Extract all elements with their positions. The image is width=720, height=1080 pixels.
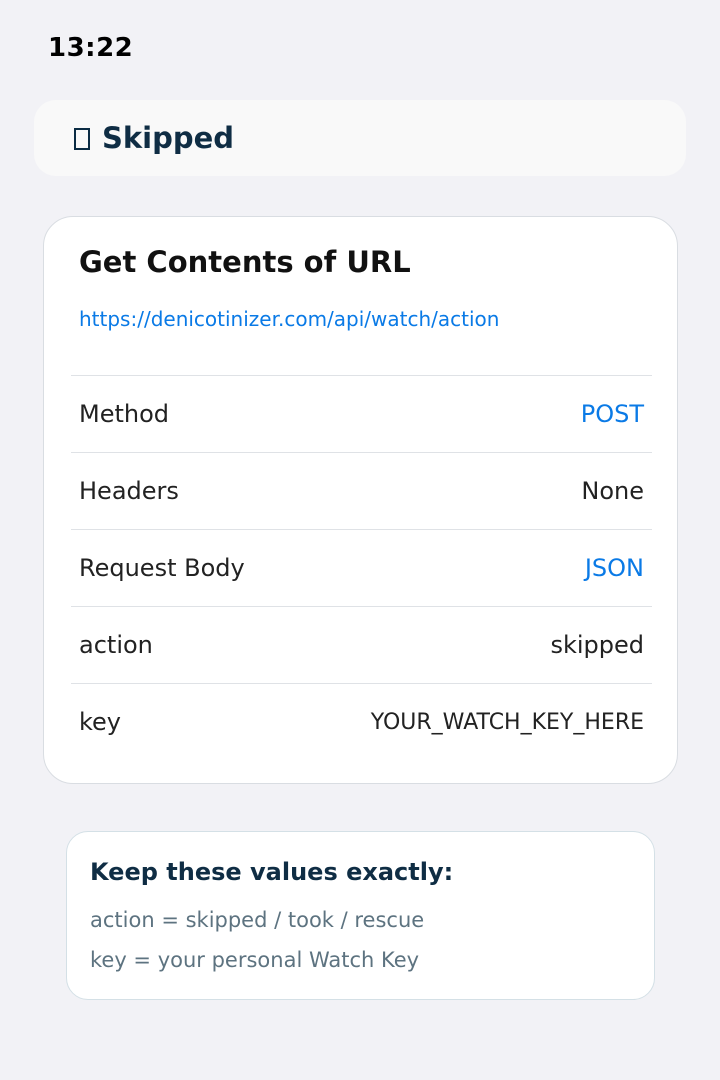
request-body-value[interactable]: JSON	[585, 554, 644, 582]
key-field-key: key	[79, 708, 122, 736]
method-value[interactable]: POST	[581, 400, 644, 428]
method-row[interactable]: Method POST	[71, 375, 652, 452]
key-field-row[interactable]: key YOUR_WATCH_KEY_HERE	[71, 683, 652, 760]
shortcut-title-bar[interactable]: Skipped	[34, 100, 686, 176]
note-line: key = your personal Watch Key	[90, 948, 420, 972]
headers-label: Headers	[79, 477, 179, 505]
instructions-note: Keep these values exactly: action = skip…	[66, 831, 655, 1000]
status-bar-time: 13:22	[48, 33, 134, 63]
document-icon	[74, 128, 90, 150]
url-field[interactable]: https://denicotinizer.com/api/watch/acti…	[79, 307, 499, 331]
request-body-row[interactable]: Request Body JSON	[71, 529, 652, 606]
method-label: Method	[79, 400, 170, 428]
action-field-row[interactable]: action skipped	[71, 606, 652, 683]
get-contents-of-url-action[interactable]: Get Contents of URL https://denicotinize…	[43, 216, 678, 784]
parameter-list: Method POST Headers None Request Body JS…	[71, 375, 652, 760]
note-line: action = skipped / took / rescue	[90, 908, 425, 932]
action-field-key: action	[79, 631, 153, 659]
headers-row[interactable]: Headers None	[71, 452, 652, 529]
action-title: Get Contents of URL	[79, 245, 411, 279]
key-field-value[interactable]: YOUR_WATCH_KEY_HERE	[371, 710, 644, 735]
headers-value[interactable]: None	[581, 477, 644, 505]
note-title: Keep these values exactly:	[90, 858, 454, 886]
request-body-label: Request Body	[79, 554, 245, 582]
shortcut-title: Skipped	[102, 121, 235, 155]
action-field-value[interactable]: skipped	[550, 631, 644, 659]
